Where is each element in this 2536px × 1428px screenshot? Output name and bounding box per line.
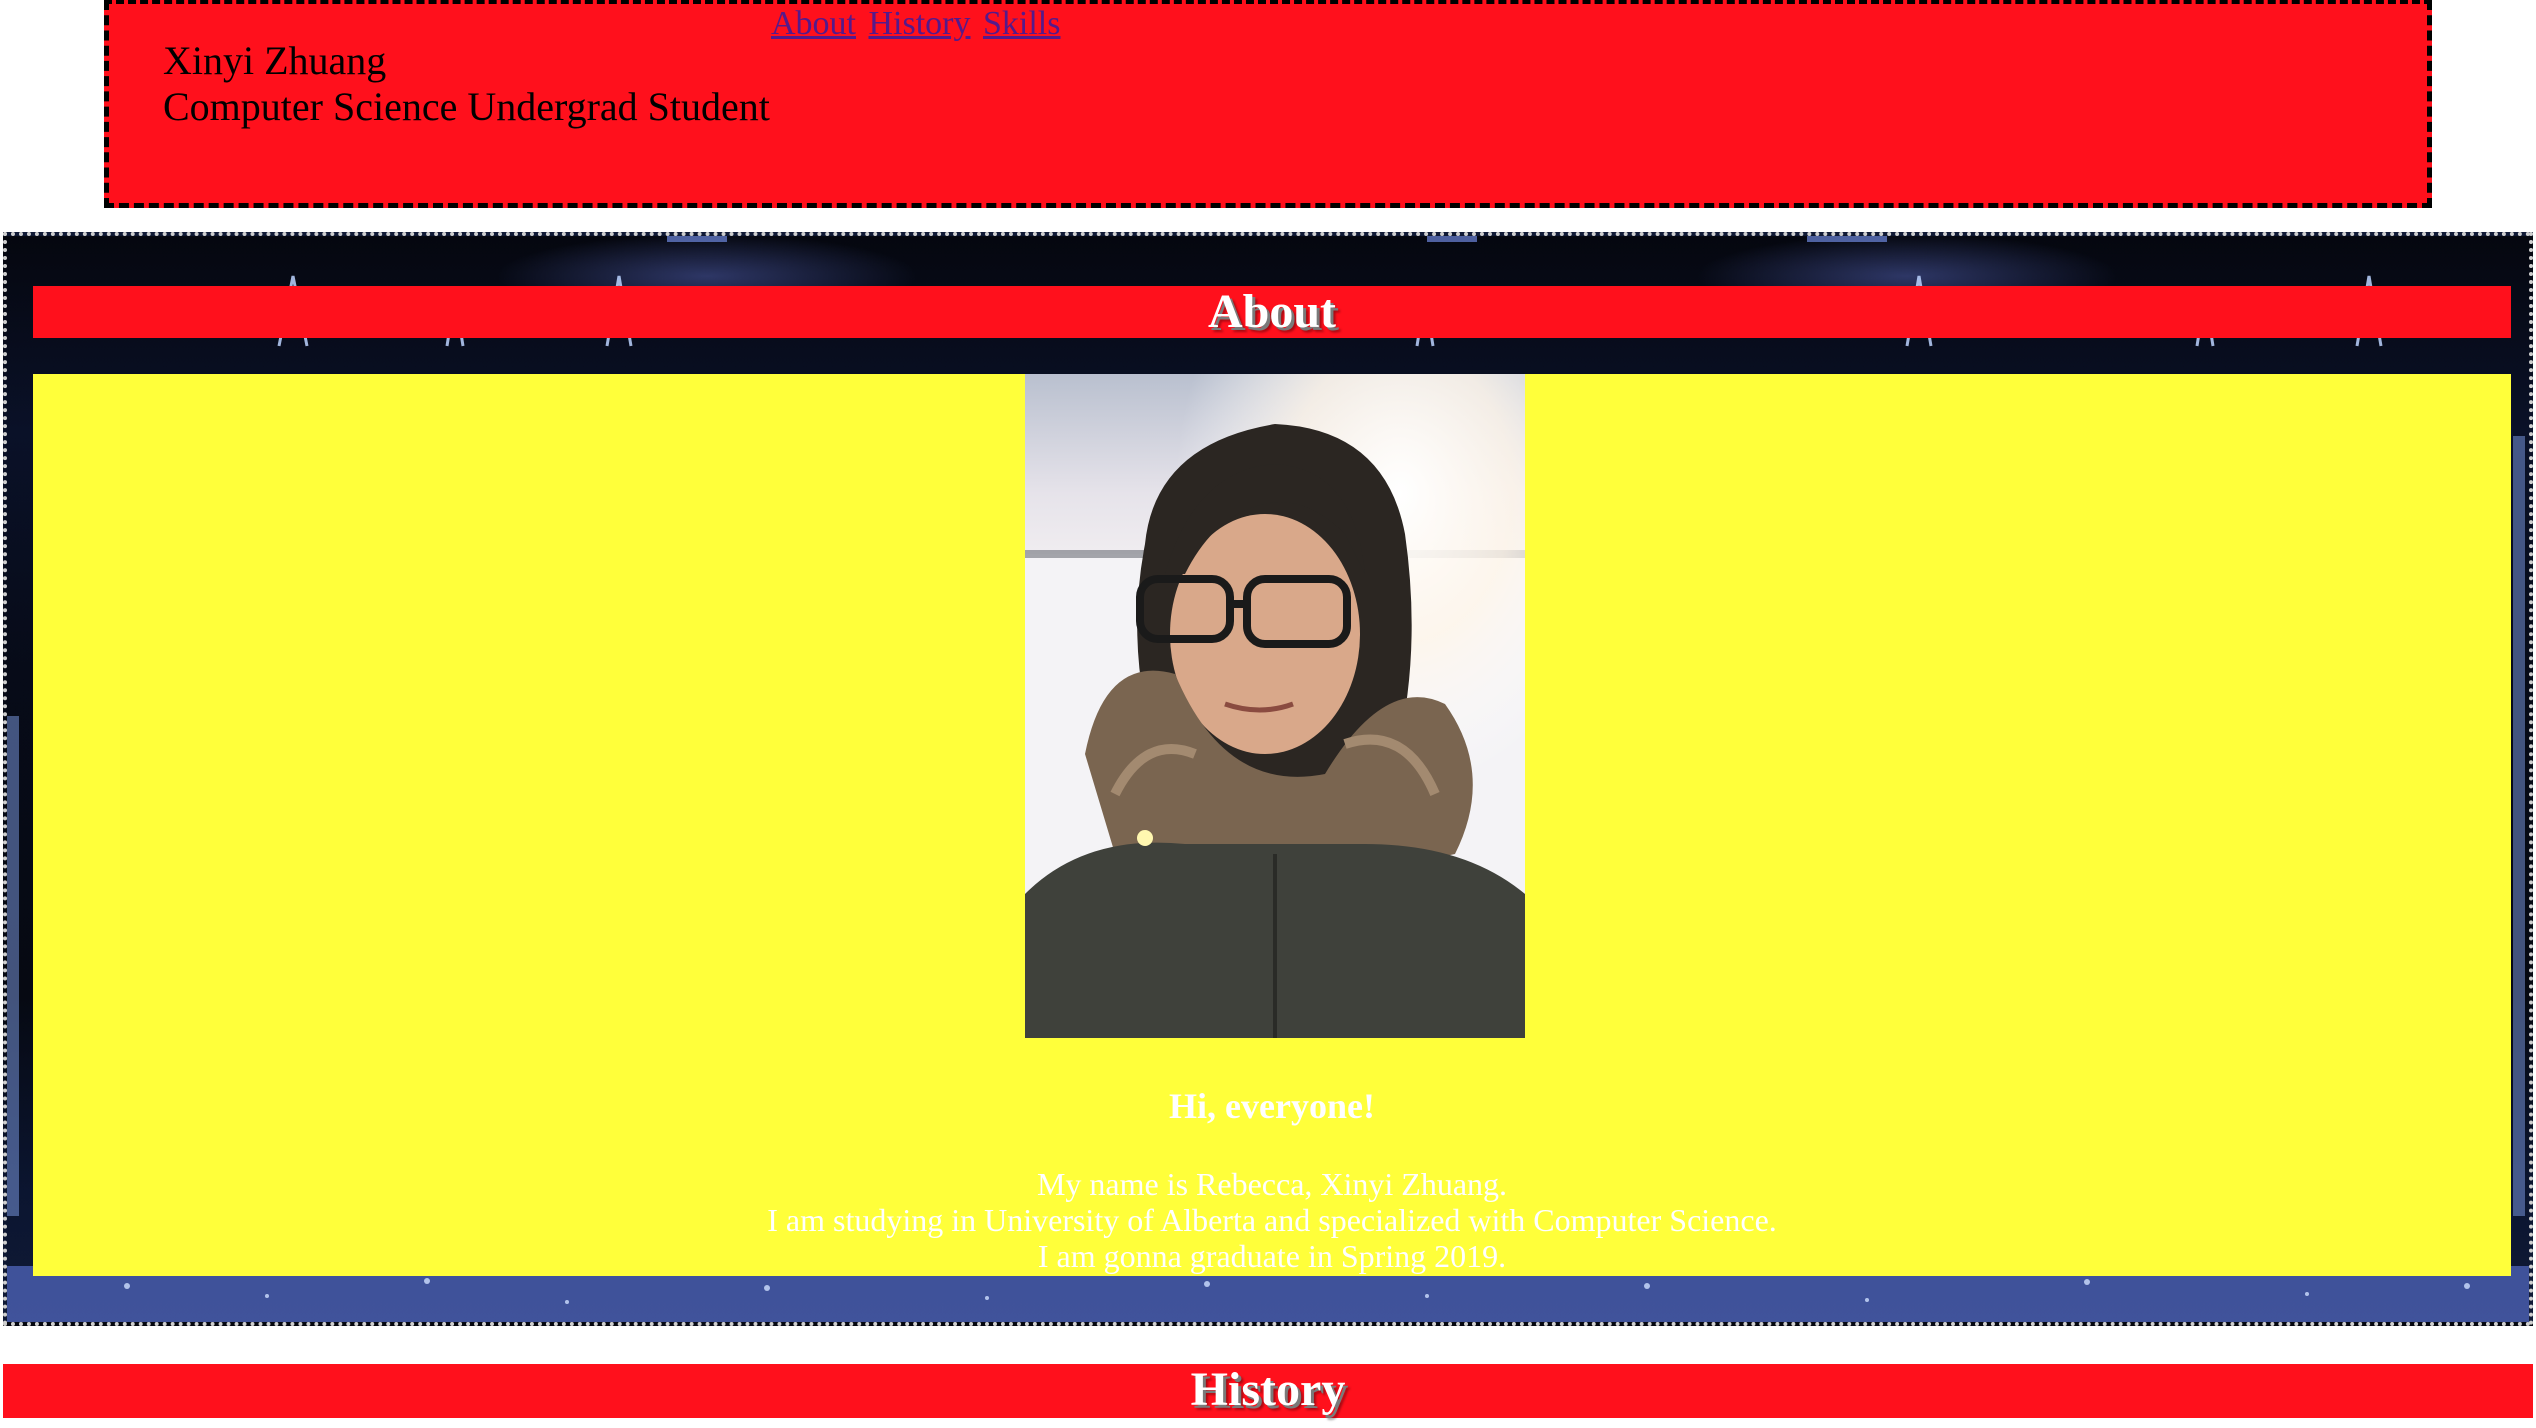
site-header: About History Skills Xinyi Zhuang Comput…: [104, 0, 2432, 208]
history-section: History: [3, 1364, 2533, 1418]
nav-link-skills[interactable]: Skills: [983, 5, 1060, 42]
page: About History Skills Xinyi Zhuang Comput…: [0, 0, 2536, 1428]
profile-photo-illustration: [1025, 374, 1525, 1038]
about-section: About Hi, everyone! My name is Rebecca, …: [3, 232, 2533, 1326]
bio-line: I am gonna graduate in Spring 2019.: [1037, 1238, 1507, 1274]
nav-link-about[interactable]: About: [771, 5, 856, 42]
site-owner-name: Xinyi Zhuang: [163, 38, 387, 83]
about-bio: My name is Rebecca, Xinyi Zhuang. I am s…: [33, 1166, 2511, 1274]
about-title-bar: About: [33, 286, 2511, 338]
bio-line: My name is Rebecca, Xinyi Zhuang.: [1036, 1166, 1508, 1202]
about-greeting: Hi, everyone!: [1169, 1086, 1375, 1126]
bio-line: I am studying in University of Alberta a…: [767, 1202, 1777, 1238]
profile-photo: [1025, 374, 1525, 1038]
site-subtitle: Computer Science Undergrad Student: [163, 84, 770, 129]
top-nav: About History Skills: [771, 4, 1064, 44]
about-heading: About: [1207, 285, 1337, 338]
nav-link-history[interactable]: History: [869, 5, 971, 42]
about-content: Hi, everyone! My name is Rebecca, Xinyi …: [33, 374, 2511, 1276]
history-heading: History: [1190, 1363, 1346, 1416]
